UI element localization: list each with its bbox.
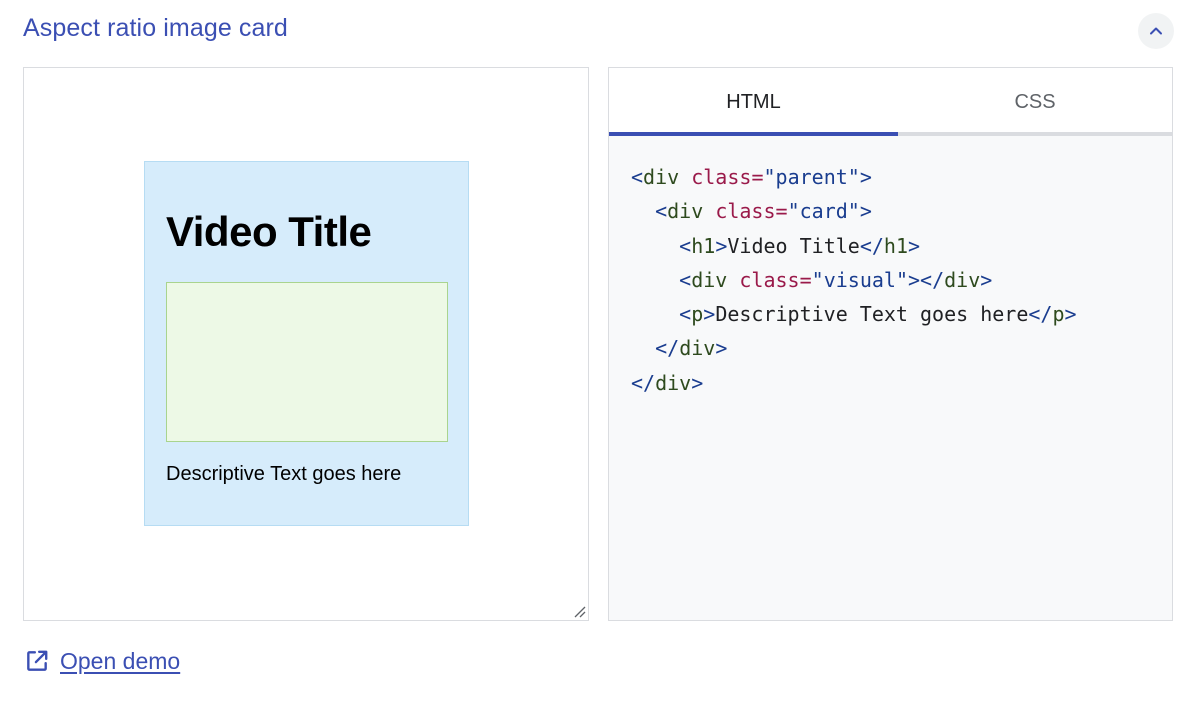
open-in-new-icon bbox=[27, 650, 48, 671]
section-header: Aspect ratio image card bbox=[0, 0, 1200, 60]
card-description: Descriptive Text goes here bbox=[166, 463, 402, 485]
code-line: <div class="parent"> bbox=[631, 165, 872, 189]
code-pane: HTML CSS <div class="parent"> <div class… bbox=[608, 67, 1173, 621]
code-line: </div> bbox=[655, 336, 728, 361]
tab-html[interactable]: HTML bbox=[609, 68, 898, 136]
demo-preview-pane: Video Title Descriptive Text goes here bbox=[23, 67, 589, 621]
code-line: <h1>Video Title</h1> bbox=[679, 233, 921, 258]
code-block: <div class="parent"> <div class="card"> … bbox=[631, 160, 1077, 400]
code-line: <div class="visual"></div> bbox=[679, 267, 993, 292]
chevron-up-icon bbox=[1150, 27, 1162, 35]
code-line: </div> bbox=[631, 370, 704, 395]
card-visual bbox=[166, 282, 448, 442]
open-demo-link[interactable]: Open demo bbox=[24, 645, 180, 677]
code-line: <p>Descriptive Text goes here</p> bbox=[679, 302, 1077, 327]
tab-css[interactable]: CSS bbox=[898, 68, 1172, 136]
code-line: <div class="card"> bbox=[655, 199, 872, 224]
open-demo-label: Open demo bbox=[60, 647, 181, 674]
resize-grip-icon[interactable] bbox=[572, 604, 586, 618]
section-title: Aspect ratio image card bbox=[23, 14, 288, 42]
code-tabs: HTML CSS bbox=[609, 68, 1172, 136]
active-tab-indicator bbox=[609, 132, 898, 136]
card-title: Video Title bbox=[166, 208, 372, 255]
demo-card: Video Title Descriptive Text goes here bbox=[144, 161, 469, 526]
collapse-button[interactable] bbox=[1138, 13, 1174, 49]
